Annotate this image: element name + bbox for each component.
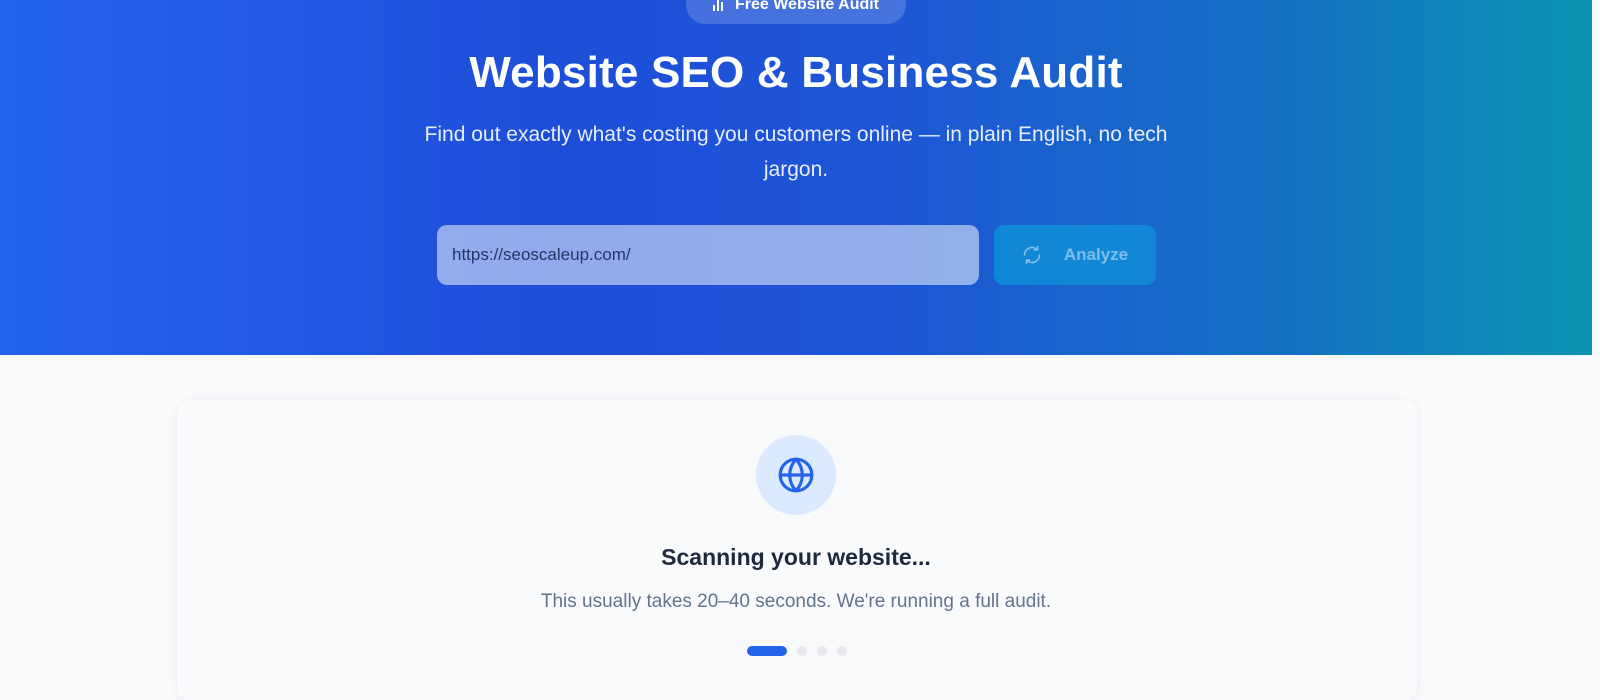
- free-audit-badge: Free Website Audit: [686, 0, 906, 24]
- analyze-label: Analyze: [1063, 245, 1129, 264]
- hero-section: Free Website Audit Website SEO & Busines…: [0, 0, 1592, 355]
- website-url-input[interactable]: [437, 225, 979, 285]
- globe-icon-circle: [756, 435, 836, 515]
- badge-label: Free Website Audit: [734, 0, 880, 13]
- scan-title: Scanning your website...: [661, 544, 931, 570]
- analyze-button[interactable]: Analyze: [994, 225, 1156, 285]
- scrollbar-gutter: [1592, 0, 1600, 655]
- refresh-icon: [1022, 245, 1042, 265]
- page-subtitle: Find out exactly what's costing you cust…: [424, 123, 1168, 181]
- page-title: Website SEO & Business Audit: [469, 48, 1123, 97]
- bar-chart-icon: [712, 0, 723, 11]
- scan-description: This usually takes 20–40 seconds. We're …: [540, 591, 1052, 612]
- globe-icon: [777, 456, 815, 494]
